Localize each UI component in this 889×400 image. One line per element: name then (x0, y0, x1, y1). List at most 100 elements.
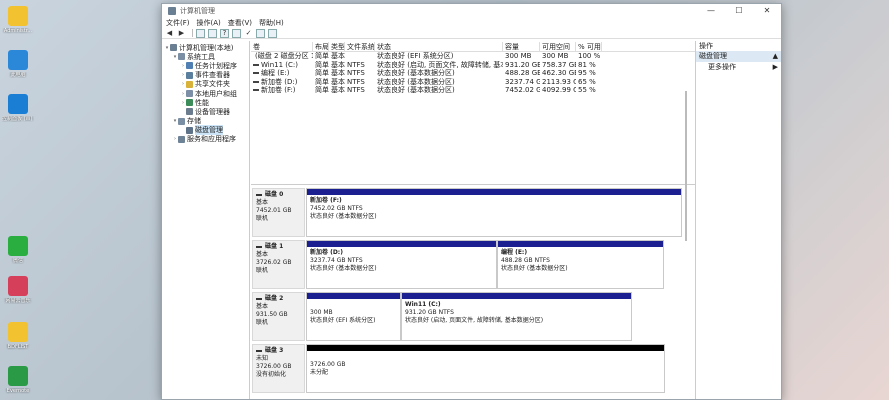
volume-icon (253, 80, 259, 83)
desktop-icon[interactable]: Evernote (2, 366, 34, 394)
table-cell: NTFS (347, 86, 365, 94)
table-cell: 65 % (578, 77, 596, 86)
check-icon[interactable]: ✓ (244, 29, 253, 38)
column-header[interactable]: 容量 (503, 41, 540, 52)
menu-view[interactable]: 查看(V) (228, 18, 252, 28)
navigation-tree: ▾ 计算机管理(本地) ▾ 系统工具 › 任务计划程序 › 事件查看器 › 共享文件夹 › 本地用户和… (162, 41, 250, 399)
disk-size: 931.50 GB (256, 311, 288, 318)
table-row[interactable]: (磁盘 2 磁盘分区 1) 简单 基本 状态良好 (EFI 系统分区) 300 MB 30… (251, 52, 695, 61)
toolbar-divider (192, 29, 193, 37)
maximize-button[interactable]: ☐ (725, 6, 753, 15)
more-actions-item[interactable]: 更多操作 ▶ (696, 62, 781, 73)
table-cell: 新加卷 (D:) (251, 78, 313, 87)
partition-name-spacer (310, 353, 661, 361)
export-list-icon[interactable] (256, 28, 265, 38)
column-header[interactable]: 状态 (375, 41, 503, 52)
desktop-app-icon (8, 322, 28, 342)
table-cell: 状态良好 (基本数据分区) (377, 69, 455, 77)
disk-row: 磁盘 1 基本 3726.02 GB 联机 新加卷 (D:) 3237.74 GB NTF… (252, 240, 664, 289)
partition-info: 编程 (E:) 488.28 GB NTFS 状态良好 (基本数据分区) (498, 247, 663, 275)
table-cell: 931.20 GB (505, 60, 540, 69)
desktop-icon[interactable]: BDFLIST (2, 322, 34, 350)
unallocated-partition[interactable]: 3726.00 GB 未分配 (306, 344, 665, 393)
column-header[interactable]: 卷 (251, 41, 313, 52)
partition-status: 状态良好 (启动, 页面文件, 故障转储, 基本数据分区) (405, 317, 544, 324)
menu-file[interactable]: 文件(F) (166, 18, 190, 28)
partition-name: 编程 (E:) (501, 249, 528, 256)
disk-graphical-view: 磁盘 0 基本 7452.01 GB 联机 新加卷 (F:) 7452.02 GB NTF… (251, 184, 695, 399)
close-button[interactable]: ✕ (753, 6, 781, 15)
tree-node-icon (186, 108, 193, 116)
up-folder-icon[interactable] (196, 28, 205, 38)
disk-label[interactable]: 磁盘 2 基本 931.50 GB 联机 (252, 292, 305, 341)
table-cell: NTFS (347, 77, 365, 86)
vertical-scrollbar[interactable] (685, 91, 687, 241)
table-row[interactable]: 新加卷 (D:) 简单基本NTFS 状态良好 (基本数据分区) 3237.74 GB2… (251, 78, 695, 87)
tree-node-icon (178, 135, 185, 143)
table-cell: 95 % (578, 69, 596, 77)
table-cell: 简单 (315, 86, 329, 94)
column-header[interactable]: 布局 (313, 41, 329, 52)
desktop-icon[interactable]: 控制面板 (W) ... (2, 94, 34, 122)
disk-label[interactable]: 磁盘 3 未知 3726.00 GB 没有初始化 (252, 344, 305, 393)
desktop-icon-label: 微信 (12, 258, 23, 264)
minimize-button[interactable]: — (697, 6, 725, 15)
volume-name: 新加卷 (D:) (261, 77, 298, 86)
partition-info: 新加卷 (D:) 3237.74 GB NTFS 状态良好 (基本数据分区) (307, 247, 496, 275)
more-actions-label: 更多操作 (708, 63, 736, 71)
partition-name-spacer (310, 301, 397, 309)
disk-type: 基本 (256, 251, 269, 258)
desktop-icon[interactable]: 微信 (2, 236, 34, 264)
partition-size: 931.20 GB NTFS (405, 309, 454, 316)
tree-node[interactable]: › 服务和应用程序 (162, 135, 249, 144)
table-cell: 100 % (578, 52, 601, 60)
table-cell: 4092.99 GB (542, 86, 576, 94)
table-row[interactable]: Win11 (C:) 简单 基本 NTFS 状态良好 (启动, 页面文件, 故障转储, … (251, 61, 695, 70)
refresh-icon[interactable] (268, 28, 277, 38)
column-header[interactable]: 可用空间 (540, 41, 576, 52)
title-bar[interactable]: 计算机管理 — ☐ ✕ (162, 4, 781, 17)
back-arrow-icon[interactable]: ◀ (165, 29, 174, 38)
volume-icon (253, 63, 259, 66)
disk-label[interactable]: 磁盘 0 基本 7452.01 GB 联机 (252, 188, 305, 237)
properties-icon[interactable] (232, 28, 241, 38)
table-row[interactable]: 新加卷 (F:) 简单基本NTFS 状态良好 (基本数据分区) 7452.02 GB4… (251, 86, 695, 95)
tree-node-label: 服务和应用程序 (187, 135, 236, 144)
table-cell: NTFS (347, 69, 365, 77)
tree-node-icon (186, 80, 193, 88)
partition-block[interactable]: 编程 (E:) 488.28 GB NTFS 状态良好 (基本数据分区) (497, 240, 664, 289)
desktop-icon[interactable]: 此电脑 (2, 50, 34, 78)
table-row[interactable]: 编程 (E:) 简单 基本 NTFS 状态良好 (基本数据分区) 488.28 GB 462… (251, 69, 695, 78)
column-header[interactable]: % 可用 (576, 41, 602, 52)
partition-block[interactable]: Win11 (C:) 931.20 GB NTFS 状态良好 (启动, 页面文件, … (401, 292, 632, 341)
menu-help[interactable]: 帮助(H) (259, 18, 284, 28)
show-hide-tree-icon[interactable] (208, 28, 217, 38)
partition-block[interactable]: 300 MB 状态良好 (EFI 系统分区) (306, 292, 401, 341)
disk-icon (256, 194, 262, 196)
partition-name: Win11 (C:) (405, 301, 441, 308)
column-header[interactable]: 文件系统 (345, 41, 375, 52)
help-icon[interactable]: ? (220, 28, 229, 38)
desktop-icon[interactable]: Administr... (2, 6, 34, 34)
disk-name: 磁盘 3 (256, 347, 301, 355)
column-header[interactable]: 类型 (329, 41, 345, 52)
disk-status: 联机 (256, 319, 269, 326)
desktop-icon-label: Evernote (6, 388, 30, 394)
tree-node[interactable]: 设备管理器 (162, 107, 249, 116)
desktop-icon-label: 此电脑 (10, 72, 26, 78)
partition-block[interactable]: 新加卷 (D:) 3237.74 GB NTFS 状态良好 (基本数据分区) (306, 240, 497, 289)
disk-label[interactable]: 磁盘 1 基本 3726.02 GB 联机 (252, 240, 305, 289)
partition-block[interactable]: 新加卷 (F:) 7452.02 GB NTFS 状态良好 (基本数据分区) (306, 188, 682, 237)
table-cell: 81 % (578, 60, 596, 69)
desktop-icon-label: Administr... (3, 28, 33, 34)
partition-strip: 新加卷 (D:) 3237.74 GB NTFS 状态良好 (基本数据分区) 编程 (… (306, 240, 664, 289)
table-cell: 简单 (315, 60, 329, 69)
menu-action[interactable]: 操作(A) (197, 18, 221, 28)
forward-arrow-icon[interactable]: ▶ (177, 29, 186, 38)
partition-status: 状态良好 (基本数据分区) (310, 213, 377, 220)
menu-bar: 文件(F) 操作(A) 查看(V) 帮助(H) (162, 17, 781, 28)
partition-status: 状态良好 (基本数据分区) (501, 265, 568, 272)
actions-section-disk-management[interactable]: 磁盘管理 ▲ (696, 51, 781, 62)
desktop-icon[interactable]: 网易云音乐 (2, 276, 34, 304)
collapse-arrow-icon[interactable]: ▲ (773, 51, 778, 62)
